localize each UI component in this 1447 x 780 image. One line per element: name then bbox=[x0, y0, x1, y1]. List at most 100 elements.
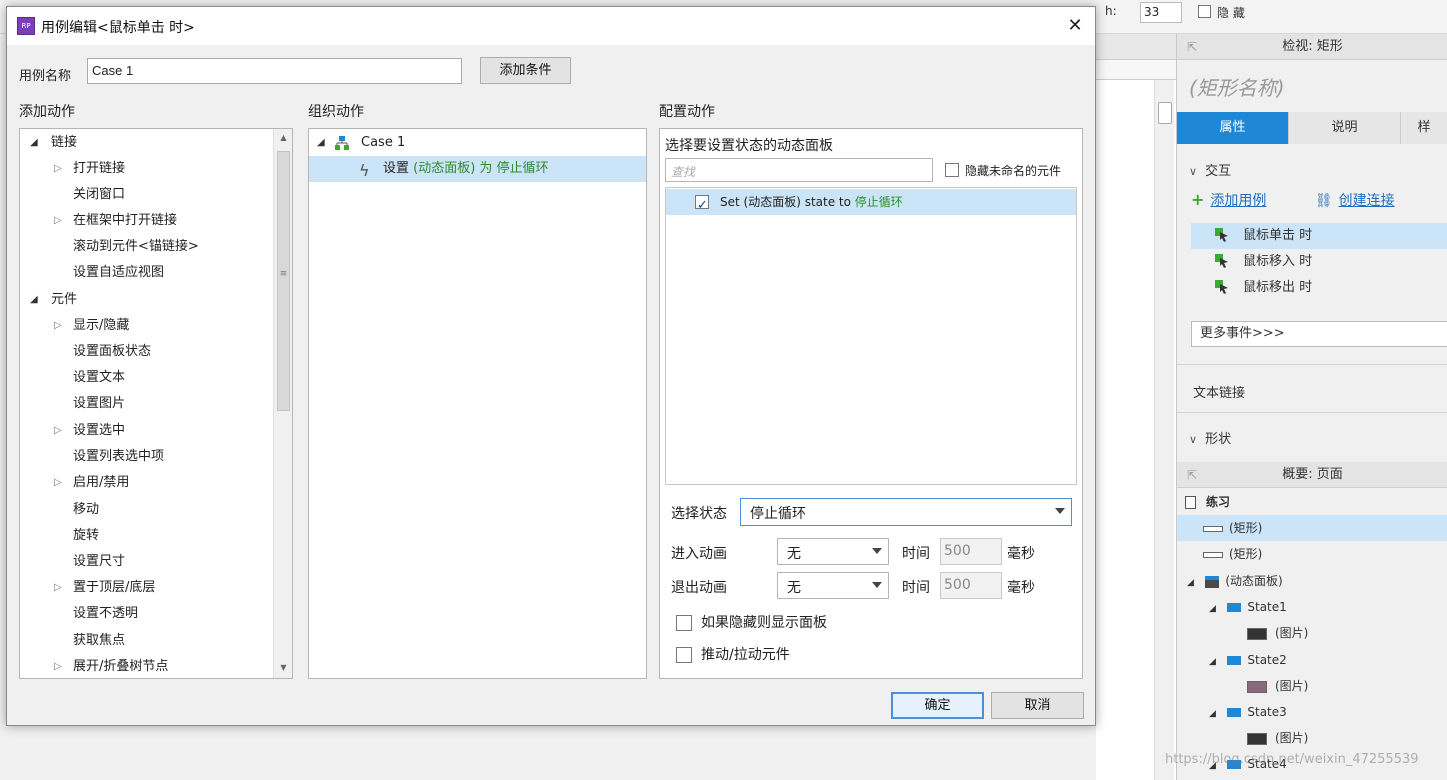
expand-triangle-icon[interactable]: ◢ bbox=[1209, 657, 1216, 667]
cursor-event-icon bbox=[1215, 280, 1228, 294]
tree-item[interactable]: ▷ 启用/禁用 bbox=[20, 470, 129, 496]
outline-item[interactable]: (图片) bbox=[1177, 620, 1447, 646]
tree-item[interactable]: ▷ 置于顶层/底层 bbox=[20, 575, 155, 601]
collapse-triangle-icon[interactable]: ◢ bbox=[317, 130, 325, 156]
case-tree-icon bbox=[335, 136, 349, 150]
scroll-thumb[interactable]: ≡ bbox=[277, 151, 290, 411]
outline-label: (矩形) bbox=[1229, 521, 1263, 535]
outline-page[interactable]: 练习 bbox=[1177, 489, 1447, 515]
push-pull-checkbox[interactable] bbox=[676, 647, 692, 663]
dynamic-panel-list[interactable]: Set (动态面板) state to 停止循环 bbox=[665, 187, 1077, 485]
case-name-input[interactable]: Case 1 bbox=[87, 58, 462, 84]
tree-item[interactable]: 设置文本 bbox=[20, 365, 125, 391]
tree-item[interactable]: ▷ 展开/折叠树节点 bbox=[20, 654, 168, 678]
outline-item[interactable]: ◢ State2 bbox=[1177, 647, 1447, 673]
expand-triangle-icon[interactable]: ◢ bbox=[1187, 578, 1194, 588]
rectangle-icon bbox=[1203, 551, 1223, 558]
create-link-link[interactable]: 创建连接 bbox=[1339, 193, 1395, 209]
tree-item[interactable]: 设置面板状态 bbox=[20, 339, 151, 365]
enter-time-input[interactable]: 500 bbox=[940, 538, 1002, 565]
canvas-scrollbar[interactable] bbox=[1154, 80, 1174, 780]
expand-triangle-icon[interactable]: ▷ bbox=[54, 470, 62, 496]
add-action-tree[interactable]: ◢ 链接 ▷ 打开链接 关闭窗口 ▷ 在框架中打开链接 滚动到元件<锚链接> 设置自适… bbox=[19, 128, 293, 679]
add-condition-button[interactable]: 添加条件 bbox=[480, 57, 571, 84]
outline-item[interactable]: (矩形) bbox=[1177, 541, 1447, 567]
hide-unnamed-checkbox[interactable] bbox=[945, 163, 959, 177]
expand-triangle-icon[interactable]: ▷ bbox=[54, 418, 62, 444]
action-node[interactable]: ϟ 设置 (动态面板) 为 停止循环 bbox=[309, 156, 646, 182]
interaction-section[interactable]: ∨ 交互 bbox=[1189, 160, 1231, 179]
outline-item[interactable]: ◢ (动态面板) bbox=[1177, 568, 1447, 594]
add-action-scrollbar[interactable]: ▲ ≡ ▼ bbox=[273, 129, 292, 678]
tree-item[interactable]: ▷ 显示/隐藏 bbox=[20, 313, 129, 339]
outline-item[interactable]: (图片) bbox=[1177, 673, 1447, 699]
tree-item[interactable]: 滚动到元件<锚链接> bbox=[20, 234, 199, 260]
outline-item[interactable]: (图片) bbox=[1177, 725, 1447, 751]
tree-item[interactable]: ▷ 设置选中 bbox=[20, 418, 125, 444]
expand-triangle-icon[interactable]: ▷ bbox=[54, 575, 62, 601]
expand-triangle-icon[interactable]: ▷ bbox=[54, 654, 62, 678]
exit-time-input[interactable]: 500 bbox=[940, 572, 1002, 599]
add-case-link[interactable]: 添加用例 bbox=[1210, 193, 1266, 209]
exit-anim-select[interactable]: 无 bbox=[777, 572, 889, 599]
tree-item[interactable]: 设置列表选中项 bbox=[20, 444, 164, 470]
outline-item[interactable]: ◢ State1 bbox=[1177, 594, 1447, 620]
expand-triangle-icon[interactable]: ▷ bbox=[54, 313, 62, 339]
expand-triangle-icon[interactable]: ▷ bbox=[54, 156, 62, 182]
shape-section[interactable]: ∨ 形状 bbox=[1189, 428, 1231, 447]
tab-properties[interactable]: 属性 bbox=[1177, 112, 1289, 144]
tab-notes[interactable]: 说明 bbox=[1289, 112, 1401, 144]
cancel-button[interactable]: 取消 bbox=[991, 692, 1084, 719]
expand-triangle-icon[interactable]: ◢ bbox=[1209, 604, 1216, 614]
expand-triangle-icon[interactable]: ▷ bbox=[54, 208, 62, 234]
collapse-triangle-icon[interactable]: ◢ bbox=[30, 130, 38, 156]
shape-name-field[interactable]: (矩形名称) bbox=[1189, 72, 1285, 101]
state-select[interactable]: 停止循环 bbox=[740, 498, 1072, 526]
tree-item[interactable]: 关闭窗口 bbox=[20, 182, 125, 208]
organize-action-tree[interactable]: ◢ Case 1 ϟ 设置 (动态面板) 为 停止循环 bbox=[308, 128, 647, 679]
lightning-icon: ϟ bbox=[359, 161, 370, 180]
tree-group-widget[interactable]: ◢ 元件 bbox=[20, 287, 77, 313]
tree-item[interactable]: 设置图片 bbox=[20, 391, 125, 417]
tree-item[interactable]: ▷ 打开链接 bbox=[20, 156, 125, 182]
search-input[interactable]: 查找 bbox=[665, 158, 933, 182]
tree-item[interactable]: 设置不透明 bbox=[20, 601, 138, 627]
outline-item[interactable]: ◢ State3 bbox=[1177, 699, 1447, 725]
enter-anim-select[interactable]: 无 bbox=[777, 538, 889, 565]
pin-icon[interactable]: ⇱ bbox=[1187, 462, 1197, 488]
outline-label: (图片) bbox=[1275, 731, 1309, 745]
event-onclick[interactable]: 鼠标单击 时 bbox=[1191, 223, 1447, 249]
hide-checkbox[interactable] bbox=[1198, 5, 1211, 18]
close-icon[interactable]: ✕ bbox=[1062, 13, 1088, 39]
page-icon bbox=[1185, 496, 1196, 509]
dialog-title-bar[interactable]: RP 用例编辑<鼠标单击 时> ✕ bbox=[7, 7, 1095, 45]
event-onmouseleave[interactable]: 鼠标移出 时 bbox=[1191, 275, 1447, 301]
scroll-up-icon[interactable]: ▲ bbox=[274, 129, 292, 146]
show-if-hidden-checkbox[interactable] bbox=[676, 615, 692, 631]
more-events-dropdown[interactable]: 更多事件>>> bbox=[1191, 321, 1447, 347]
expand-triangle-icon[interactable]: ◢ bbox=[1209, 709, 1216, 719]
scroll-down-icon[interactable]: ▼ bbox=[274, 659, 292, 676]
canvas-scroll-thumb[interactable] bbox=[1158, 102, 1172, 124]
case-node[interactable]: ◢ Case 1 bbox=[309, 130, 646, 156]
dynamic-panel-row[interactable]: Set (动态面板) state to 停止循环 bbox=[666, 189, 1076, 219]
tree-item[interactable]: 旋转 bbox=[20, 523, 99, 549]
tree-item[interactable]: 获取焦点 bbox=[20, 628, 125, 654]
outline-title: 概要: 页面 bbox=[1282, 467, 1343, 482]
tree-group-link[interactable]: ◢ 链接 bbox=[20, 130, 77, 156]
tree-item[interactable]: 设置尺寸 bbox=[20, 549, 125, 575]
tree-item[interactable]: 设置自适应视图 bbox=[20, 260, 164, 286]
tree-item[interactable]: ▷ 在框架中打开链接 bbox=[20, 208, 177, 234]
pin-icon[interactable]: ⇱ bbox=[1187, 34, 1197, 60]
tree-item[interactable]: 移动 bbox=[20, 497, 99, 523]
height-input[interactable]: 33 bbox=[1140, 2, 1182, 23]
event-onmouseenter[interactable]: 鼠标移入 时 bbox=[1191, 249, 1447, 275]
outline-label: (图片) bbox=[1275, 679, 1309, 693]
tab-style[interactable]: 样 bbox=[1401, 112, 1447, 144]
text-link-section[interactable]: 文本链接 bbox=[1193, 382, 1245, 401]
panel-checkbox[interactable] bbox=[695, 193, 709, 219]
ok-button[interactable]: 确定 bbox=[891, 692, 984, 719]
outline-item[interactable]: (矩形) bbox=[1177, 515, 1447, 541]
collapse-triangle-icon[interactable]: ◢ bbox=[30, 287, 38, 313]
cursor-event-icon bbox=[1215, 254, 1228, 268]
